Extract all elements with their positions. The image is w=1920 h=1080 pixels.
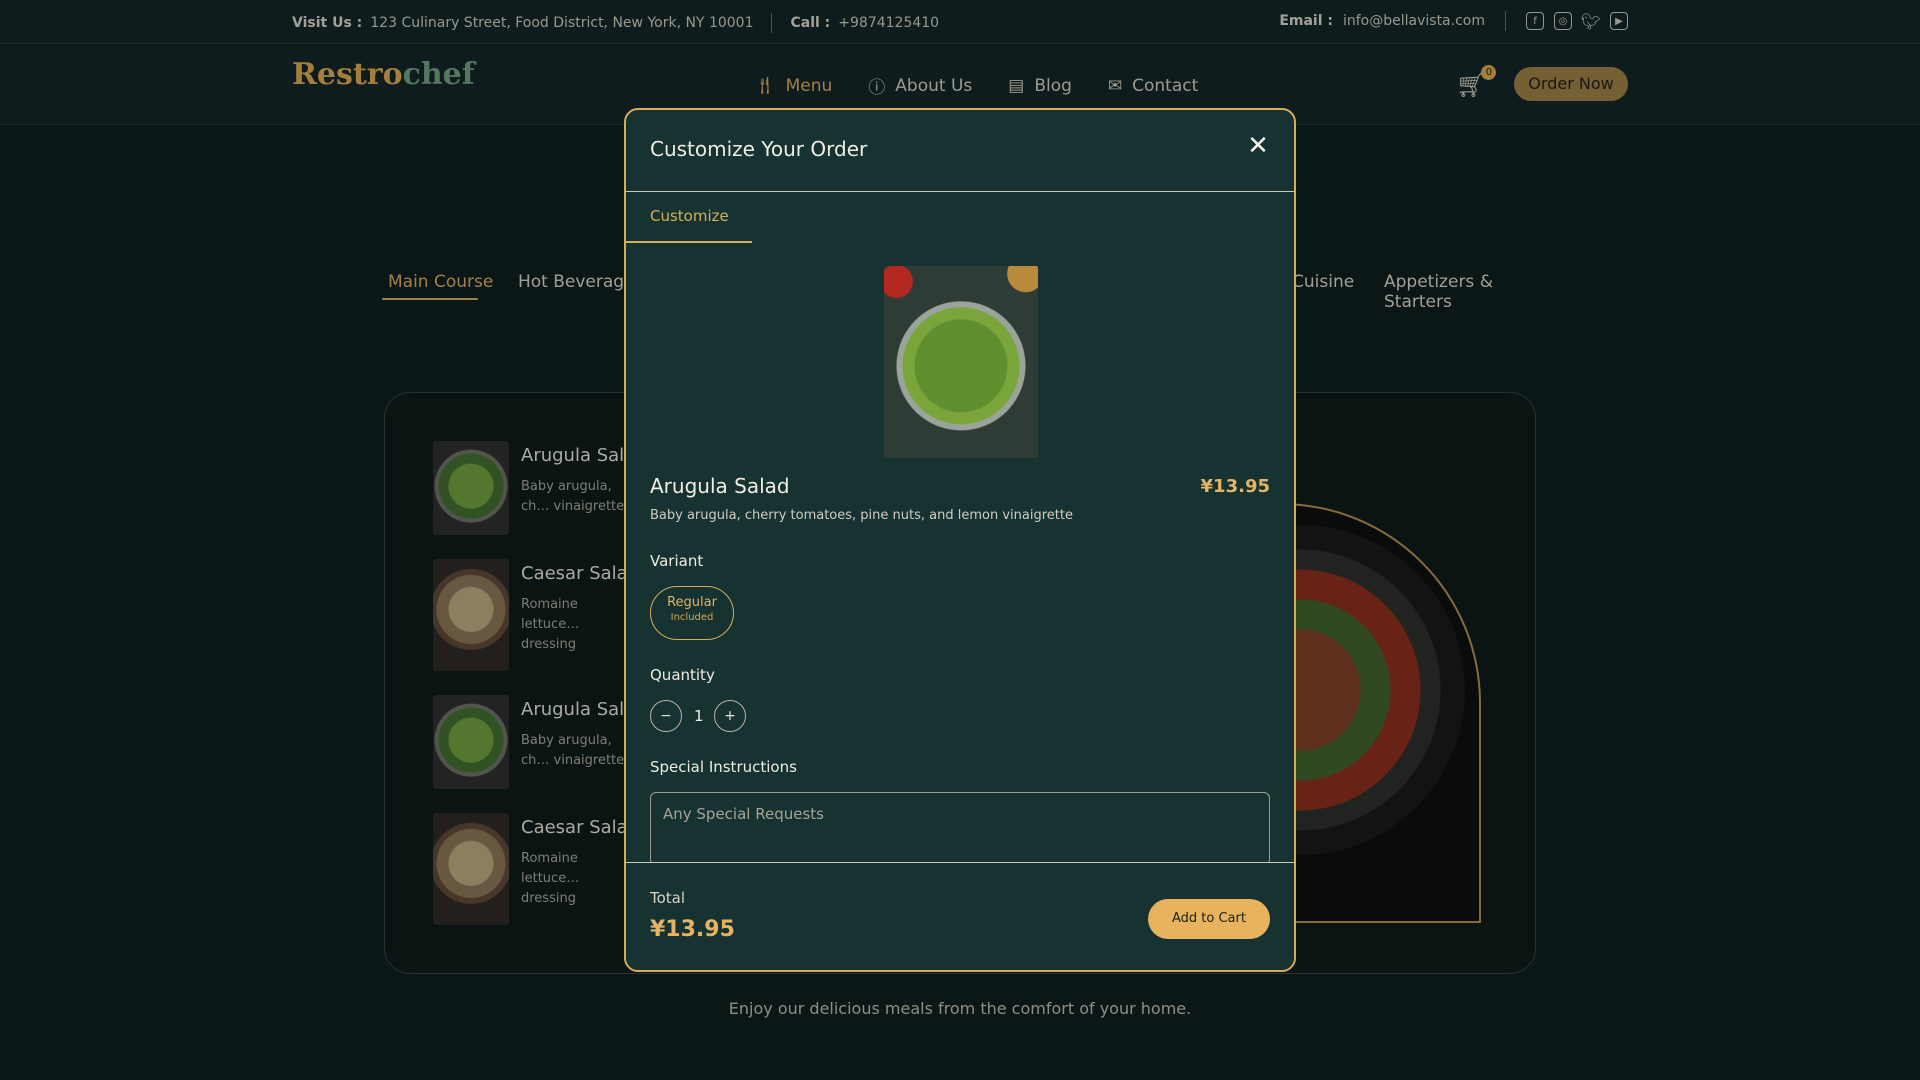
- variant-label: Variant: [650, 552, 704, 570]
- dish-image: [884, 266, 1038, 458]
- special-instructions-input[interactable]: [650, 792, 1270, 866]
- quantity-stepper: − 1 +: [650, 700, 746, 732]
- instructions-label: Special Instructions: [650, 758, 797, 776]
- total-label: Total: [650, 889, 686, 907]
- variant-sub: Included: [670, 612, 714, 623]
- dish-price: ¥13.95: [1200, 476, 1270, 497]
- decrease-button[interactable]: −: [650, 700, 682, 732]
- customize-order-modal: Customize Your Order ✕ Customize Arugula…: [624, 108, 1296, 972]
- dish-name: Arugula Salad: [650, 474, 790, 498]
- variant-option-regular[interactable]: Regular Included: [650, 586, 734, 640]
- quantity-label: Quantity: [650, 666, 715, 684]
- total-value: ¥13.95: [650, 917, 735, 942]
- add-to-cart-button[interactable]: Add to Cart: [1148, 899, 1270, 939]
- variant-name: Regular: [667, 595, 717, 610]
- close-icon[interactable]: ✕: [1246, 133, 1270, 159]
- modal-header: Customize Your Order ✕: [626, 110, 1294, 192]
- increase-button[interactable]: +: [714, 700, 746, 732]
- dish-description: Baby arugula, cherry tomatoes, pine nuts…: [650, 508, 1073, 523]
- tab-customize[interactable]: Customize: [626, 193, 752, 243]
- quantity-value: 1: [694, 707, 704, 725]
- tab-label: Customize: [650, 207, 729, 225]
- modal-title: Customize Your Order: [650, 137, 868, 161]
- modal-footer: Total ¥13.95 Add to Cart: [626, 862, 1294, 970]
